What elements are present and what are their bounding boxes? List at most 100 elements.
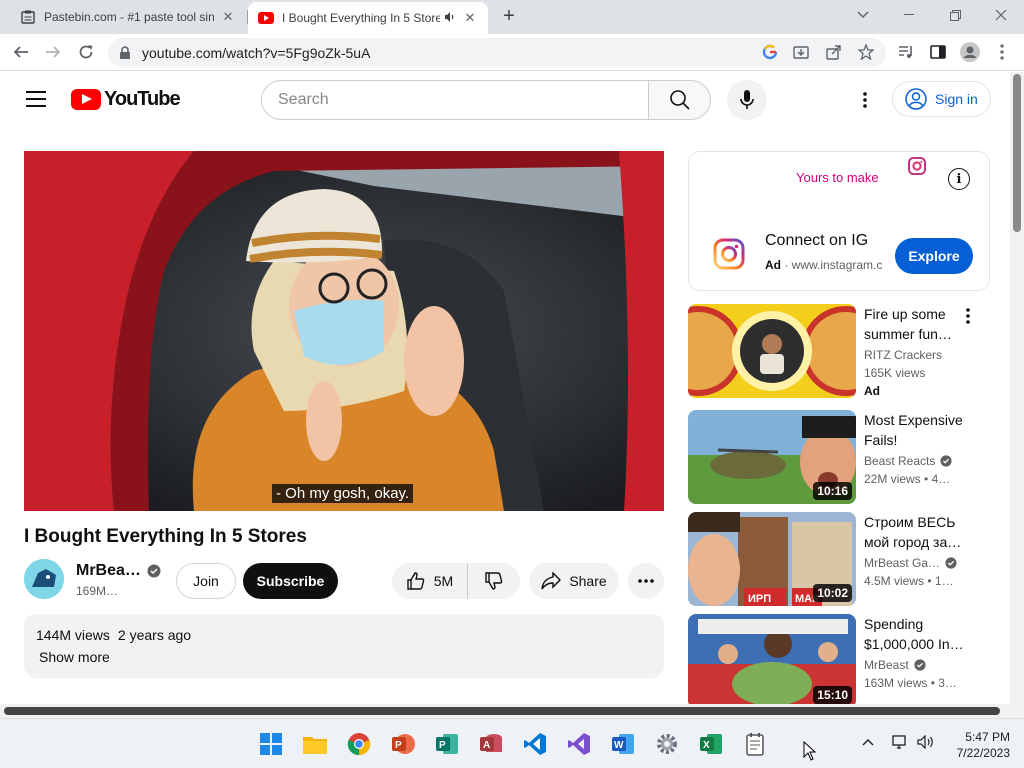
instagram-logo-icon (713, 238, 745, 275)
recommendation-item[interactable]: ИРП МАК 10:02 Строим ВЕСЬ мой город за… … (688, 512, 988, 606)
channel-text: MrBeast (864, 658, 909, 672)
bookmark-star-icon[interactable] (856, 42, 876, 62)
like-count: 5M (433, 573, 454, 589)
search-button[interactable] (648, 80, 711, 120)
recommendation-item[interactable]: Fire up some summer fun… RITZ Crackers 1… (688, 304, 988, 398)
word-icon[interactable]: W (610, 731, 636, 757)
scrollbar-thumb[interactable] (4, 707, 1000, 715)
file-explorer-icon[interactable] (302, 731, 328, 757)
horizontal-scrollbar[interactable] (0, 704, 1010, 718)
channel-name[interactable]: MrBea… (76, 562, 161, 580)
explore-button[interactable]: Explore (895, 238, 973, 274)
channel-text: RITZ Crackers (864, 348, 942, 362)
share-button[interactable]: Share (529, 563, 619, 599)
hamburger-menu-icon[interactable] (26, 91, 46, 107)
subscribe-button[interactable]: Subscribe (243, 563, 338, 599)
clock-time: 5:47 PM (965, 730, 1010, 744)
tab-close-icon[interactable]: ✕ (220, 9, 236, 25)
excel-icon[interactable]: X (698, 731, 724, 757)
restore-icon[interactable] (932, 0, 978, 30)
recommendation-title[interactable]: Spending $1,000,000 In… (864, 614, 964, 654)
tab-youtube[interactable]: I Bought Everything In 5 Stores - YouTub… (248, 2, 488, 34)
video-duration: 10:02 (813, 584, 852, 602)
thumbnail-sign-text: ИРП (748, 593, 771, 605)
channel-text: Beast Reacts (864, 454, 936, 468)
volume-icon[interactable] (917, 734, 935, 752)
ad-info-icon[interactable]: i (948, 168, 970, 190)
upload-age: 2 years ago (117, 627, 192, 643)
instagram-small-icon (908, 157, 926, 180)
settings-menu-icon[interactable] (853, 88, 877, 112)
recommendation-title[interactable]: Most Expensive Fails! (864, 410, 964, 450)
join-button[interactable]: Join (176, 563, 236, 599)
youtube-logo[interactable]: YouTube (71, 88, 181, 111)
show-more-button[interactable]: Show more (39, 649, 652, 665)
video-thumbnail[interactable]: 15:10 (688, 614, 856, 708)
view-stats: 144M views 2 years ago (36, 627, 652, 643)
publisher-icon[interactable]: P (434, 731, 460, 757)
scrollbar-thumb[interactable] (1013, 74, 1021, 232)
settings-icon[interactable] (654, 731, 680, 757)
voice-search-button[interactable] (727, 80, 767, 120)
show-hidden-icons-icon[interactable] (862, 735, 874, 749)
tab-pastebin[interactable]: Pastebin.com - #1 paste tool since 2002!… (10, 0, 246, 34)
verified-icon (914, 659, 926, 671)
system-clock[interactable]: 5:47 PM 7/22/2023 (946, 729, 1010, 761)
install-app-icon[interactable] (791, 42, 811, 62)
pastebin-favicon-icon (20, 9, 36, 25)
back-icon[interactable] (9, 40, 33, 64)
visual-studio-icon[interactable] (566, 731, 592, 757)
sign-in-button[interactable]: Sign in (892, 81, 991, 117)
chrome-icon[interactable] (346, 731, 372, 757)
tab-title: I Bought Everything In 5 Stores - YouTub… (282, 11, 440, 25)
video-thumbnail[interactable]: ИРП МАК 10:02 (688, 512, 856, 606)
tab-close-icon[interactable]: ✕ (462, 10, 478, 26)
recommendation-item[interactable]: 15:10 Spending $1,000,000 In… MrBeast 16… (688, 614, 988, 708)
more-actions-icon[interactable] (628, 563, 664, 599)
recommendation-title[interactable]: Строим ВЕСЬ мой город за… (864, 512, 964, 552)
recommendation-views: 165K views (864, 366, 926, 380)
video-thumbnail[interactable]: 10:16 (688, 410, 856, 504)
dislike-button[interactable] (468, 563, 520, 599)
vertical-scrollbar[interactable] (1010, 72, 1024, 718)
forward-icon[interactable] (41, 40, 65, 64)
browser-toolbar: youtube.com/watch?v=5Fg9oZk-5uA (0, 34, 1024, 71)
media-controls-icon[interactable] (896, 42, 916, 62)
search-field[interactable] (261, 80, 649, 120)
share-arrow-icon (541, 572, 562, 590)
recommendation-title[interactable]: Fire up some summer fun… (864, 304, 964, 344)
video-player[interactable] (24, 151, 664, 511)
speaker-icon[interactable] (444, 11, 456, 26)
sidebar-ad-card[interactable]: Yours to make i Connect on IG Ad · www.i… (688, 151, 990, 291)
svg-text:P: P (439, 740, 446, 751)
notepad-icon[interactable] (742, 731, 768, 757)
close-window-icon[interactable] (978, 0, 1024, 30)
new-tab-icon[interactable]: + (498, 6, 520, 28)
account-icon (905, 88, 927, 110)
svg-text:P: P (395, 740, 402, 751)
network-icon[interactable] (892, 735, 908, 752)
reload-icon[interactable] (74, 40, 98, 64)
recommendation-channel: MrBeast (864, 658, 926, 672)
ad-tagline: Yours to make (796, 170, 879, 185)
vscode-icon[interactable] (522, 731, 548, 757)
minimize-icon[interactable] (886, 0, 932, 30)
more-options-icon[interactable] (966, 308, 970, 329)
youtube-favicon-icon (258, 10, 274, 26)
side-panel-icon[interactable] (928, 42, 948, 62)
access-icon[interactable]: A (478, 731, 504, 757)
chrome-menu-icon[interactable] (992, 42, 1012, 62)
description-box[interactable]: 144M views 2 years ago Show more (24, 614, 664, 678)
tab-search-icon[interactable] (840, 0, 886, 30)
powerpoint-icon[interactable]: P (390, 731, 416, 757)
share-page-icon[interactable] (824, 42, 844, 62)
video-thumbnail[interactable] (688, 304, 856, 398)
channel-avatar[interactable] (24, 559, 64, 599)
like-button[interactable]: 5M (392, 563, 468, 599)
profile-icon[interactable] (960, 42, 980, 62)
thumbs-down-icon (485, 572, 503, 590)
search-input[interactable] (278, 91, 649, 109)
start-icon[interactable] (258, 731, 284, 757)
recommendation-item[interactable]: 10:16 Most Expensive Fails! Beast Reacts… (688, 410, 988, 504)
google-lens-icon[interactable] (760, 42, 780, 62)
